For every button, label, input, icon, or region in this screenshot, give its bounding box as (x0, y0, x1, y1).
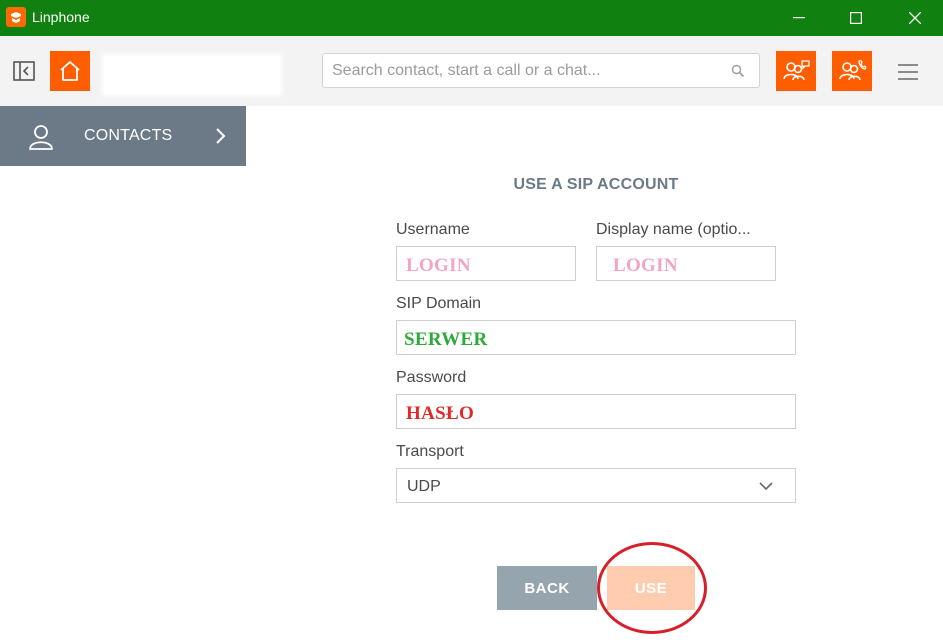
sip-domain-label: SIP Domain (396, 295, 482, 312)
close-button[interactable] (892, 0, 938, 36)
account-info-redacted[interactable] (102, 54, 282, 96)
sidebar-toggle-button[interactable] (13, 61, 35, 81)
hamburger-menu-button[interactable] (896, 60, 920, 84)
chevron-down-icon (759, 482, 773, 491)
display-name-field[interactable]: LOGIN (596, 246, 776, 281)
username-field[interactable]: LOGIN (396, 246, 576, 281)
home-button[interactable] (50, 51, 90, 91)
search-icon (731, 64, 745, 78)
hamburger-menu-icon (898, 64, 918, 80)
person-icon (29, 125, 53, 150)
close-icon (909, 12, 921, 24)
search-input[interactable] (332, 54, 722, 87)
transport-label: Transport (396, 443, 464, 460)
transport-value: UDP (407, 478, 441, 495)
new-conference-chat-button[interactable] (776, 51, 816, 91)
main-toolbar (0, 36, 943, 106)
password-field[interactable]: HASŁO (396, 394, 796, 429)
display-name-value: LOGIN (613, 255, 678, 276)
conference-chat-icon (783, 60, 810, 81)
maximize-icon (850, 12, 862, 24)
use-button[interactable]: USE (607, 566, 695, 610)
search-bar[interactable] (322, 53, 760, 88)
minimize-icon (793, 17, 805, 19)
display-name-label: Display name (optio... (596, 221, 751, 238)
username-label: Username (396, 221, 470, 238)
conference-call-icon (839, 60, 867, 81)
sidebar-item-contacts[interactable]: CONTACTS (0, 106, 246, 166)
home-icon (60, 61, 80, 81)
title-bar: Linphone (0, 0, 943, 36)
back-button[interactable]: BACK (497, 566, 597, 610)
sidebar-item-label: CONTACTS (84, 127, 173, 144)
sip-domain-value: SERWER (404, 329, 488, 350)
new-conference-call-button[interactable] (832, 51, 872, 91)
password-value: HASŁO (406, 403, 475, 424)
form-title: USE A SIP ACCOUNT (513, 176, 679, 193)
chevron-right-icon (216, 128, 226, 144)
transport-select[interactable]: UDP (396, 468, 796, 503)
maximize-button[interactable] (833, 0, 879, 36)
username-value: LOGIN (406, 255, 471, 276)
linphone-logo-icon (6, 7, 26, 27)
sidebar-toggle-icon (13, 61, 35, 81)
password-label: Password (396, 369, 467, 386)
minimize-button[interactable] (776, 0, 822, 36)
sip-domain-field[interactable]: SERWER (396, 320, 796, 355)
window-title: Linphone (32, 9, 90, 25)
